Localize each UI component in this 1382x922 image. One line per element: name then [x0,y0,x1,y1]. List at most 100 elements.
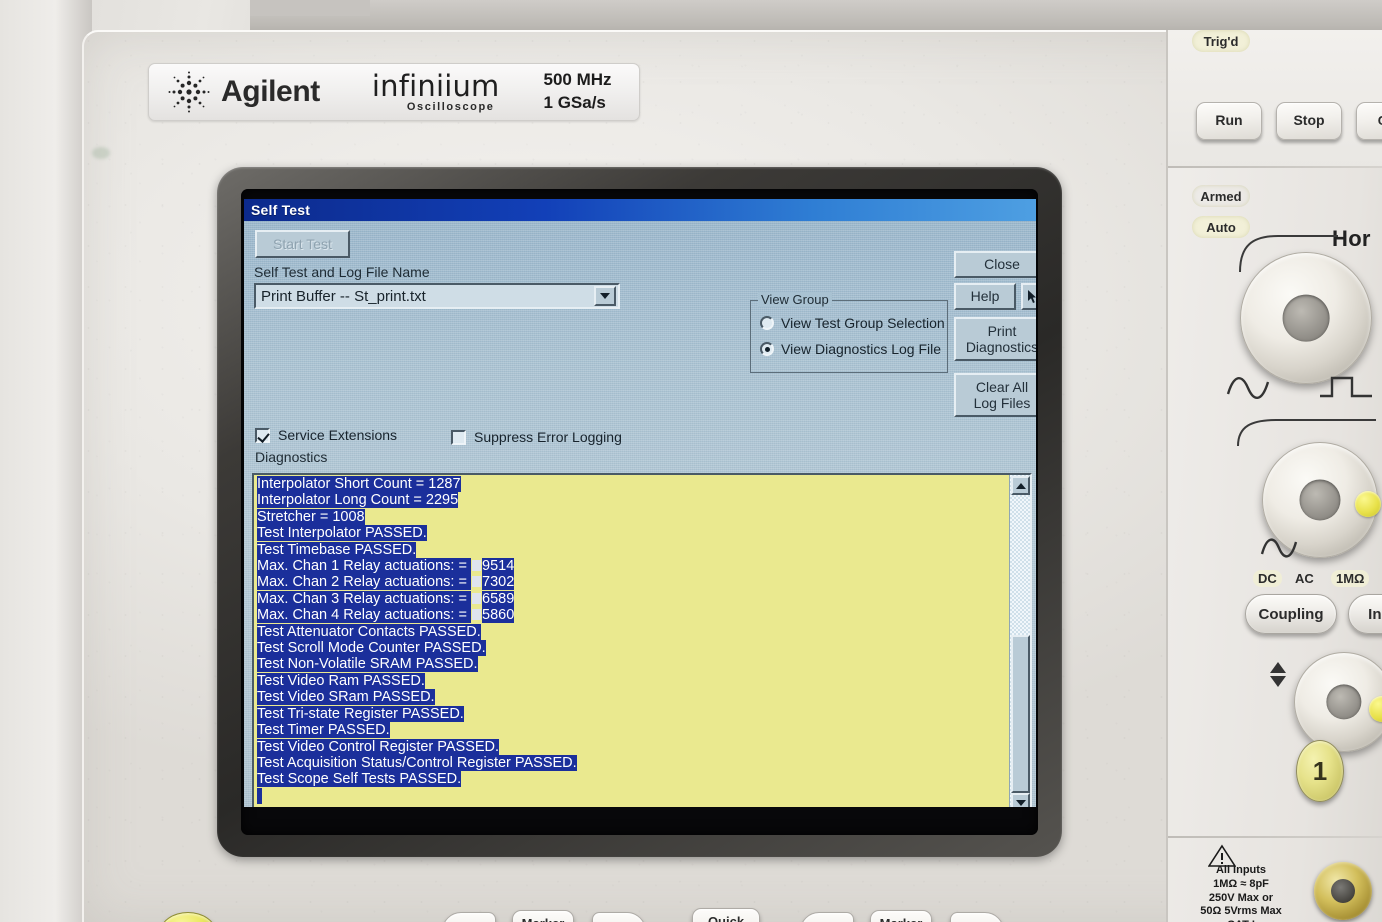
square-wave-icon [1320,376,1372,398]
coupling-button[interactable]: Coupling [1245,594,1337,634]
diagnostics-label: Diagnostics [255,449,328,465]
print-diagnostics-button[interactable]: Print Diagnostics [954,317,1036,361]
input-button[interactable]: Inpu [1348,594,1382,634]
marker-a-button[interactable]: Marker A [512,910,574,922]
start-test-button[interactable]: Start Test [255,230,350,258]
input-warning-plate: All Inputs 1MΩ ≈ 8pF 250V Max or 50Ω 5Vr… [1168,838,1382,922]
clear-logs-line2: Log Files [973,395,1031,411]
marker-b-left-button[interactable] [800,912,854,922]
log-file-combobox[interactable]: Print Buffer -- St_print.txt [254,283,620,309]
led-1mohm: 1MΩ [1331,570,1370,587]
spec-samplerate: 1 GSa/s [543,93,606,112]
checkbox-service-extensions[interactable]: Service Extensions [255,427,397,443]
dialog-titlebar: Self Test [244,199,1036,221]
checkbox-icon-checked [255,427,270,443]
context-help-button[interactable]: ? [1021,283,1036,310]
log-line: Test Scroll Mode Counter PASSED. [257,640,486,657]
marker-a-line1: Marker [522,916,565,922]
view-group-legend: View Group [758,292,832,307]
brand-product-name: infiniium [371,68,500,103]
file-name-label: Self Test and Log File Name [254,264,430,280]
marker-a-right-button[interactable] [592,912,646,922]
bnc-input-connector[interactable] [1314,862,1372,920]
chevron-down-icon[interactable] [594,286,616,306]
log-line: Test Tri-state Register PASSED. [257,705,464,722]
scrollbar-thumb[interactable] [1011,635,1030,793]
screen-display: Self Test Start Test Self Test and Log F… [241,189,1038,835]
marker-b-right-button[interactable] [950,912,1004,922]
radio-view-test-group-selection[interactable]: View Test Group Selection [760,315,945,331]
panel-divider-1 [1168,166,1382,168]
brand-plate: Agilent infiniium Oscilloscope 500 MHz 1… [148,63,640,121]
brand-product-sub: Oscilloscope [406,100,495,113]
log-file-value: Print Buffer -- St_print.txt [261,287,426,305]
log-line: Max. Chan 1 Relay actuations: = 9514 [257,558,515,575]
scroll-up-button[interactable] [1011,476,1030,495]
led-armed: Armed [1192,185,1250,207]
help-button[interactable]: Help [954,283,1016,310]
clear-all-log-files-button[interactable]: Clear All Log Files [954,373,1036,417]
log-line: Test Timer PASSED. [257,722,390,739]
checkbox-label-suppress-error-logging: Suppress Error Logging [474,429,622,445]
log-line: Max. Chan 2 Relay actuations: = 7302 [257,574,515,591]
marker-a-left-button[interactable] [442,912,496,922]
diagnostics-log-pane[interactable]: Interpolator Short Count = 1287 Interpola… [252,473,1032,807]
stop-button[interactable]: Stop [1276,102,1342,140]
log-line: Test Video Control Register PASSED. [257,738,500,755]
quick-meas-line1: Quick [707,914,745,922]
checkbox-suppress-error-logging[interactable]: Suppress Error Logging [451,429,622,445]
clear-display-button[interactable]: C Di [1356,102,1382,140]
log-line: Test Scope Self Tests PASSED. [257,771,462,788]
photo-backdrop: Agilent infiniium Oscilloscope 500 MHz 1… [0,0,1382,922]
log-line: Interpolator Long Count = 2295 [257,492,459,509]
radio-view-diagnostics-log-file[interactable]: View Diagnostics Log File [760,341,941,357]
front-panel-right: Run Stop C Di Armed Auto Trig'd Hor DC [1166,30,1382,922]
log-scrollbar[interactable] [1009,475,1030,807]
run-button[interactable]: Run [1196,102,1262,140]
clear-display-line1: C [1378,113,1382,128]
checkbox-label-service-extensions: Service Extensions [278,427,398,443]
radio-icon-selected [760,342,774,356]
channel-1-button[interactable]: 1 [1296,740,1344,802]
scroll-down-button[interactable] [1011,793,1030,807]
log-line: Test Video SRam PASSED. [257,689,435,706]
log-line: Test Acquisition Status/Control Register… [257,754,577,771]
brand-infiniium-group: infiniium Oscilloscope [371,68,500,113]
led-trigd: Trig'd [1192,30,1250,52]
brand-specs: 500 MHz 1 GSa/s [544,69,612,115]
marker-b-button[interactable]: Marker B [870,910,932,922]
print-diag-line1: Print [987,322,1017,339]
log-line: Test Timebase PASSED. [257,541,417,558]
vertical-offset-knob[interactable] [1294,652,1382,752]
spec-bandwidth: 500 MHz [543,70,612,90]
screen-bezel: Self Test Start Test Self Test and Log F… [217,167,1062,857]
radio-label-diag-log: View Diagnostics Log File [781,341,942,357]
vertical-offset-arrows[interactable] [1270,662,1286,687]
radio-icon-unselected [760,316,774,330]
backdrop-top-white [250,0,370,16]
close-button[interactable]: Close [954,251,1036,278]
clear-logs-line1: Clear All [975,378,1029,395]
log-line: Test Video Ram PASSED. [257,672,425,689]
warn-line2: 1MΩ ≈ 8pF [1213,877,1269,890]
channel-indicator-dot-2 [1369,696,1382,723]
marker-b-line1: Marker [880,916,923,922]
radio-label-test-group: View Test Group Selection [781,315,945,331]
label-ac: AC [1295,571,1314,586]
arrow-up-icon[interactable] [1270,662,1286,673]
log-caret-line [257,787,1008,804]
channel-indicator-dot [1355,490,1381,517]
arrow-down-icon[interactable] [1270,676,1286,687]
quick-meas-button[interactable]: Quick Meas + [692,908,760,922]
dialog-body: Start Test Self Test and Log File Name P… [244,221,1036,807]
log-line: Stretcher = 1008 [257,508,365,525]
body-smudge [92,147,110,159]
dialog-title: Self Test [251,202,311,218]
self-test-dialog: Self Test Start Test Self Test and Log F… [244,199,1036,807]
backdrop-shadow-strip [0,0,92,922]
input-warning-text: All Inputs 1MΩ ≈ 8pF 250V Max or 50Ω 5Vr… [1176,864,1306,922]
led-dc: DC [1253,570,1282,587]
horizontal-position-knob[interactable] [1240,252,1372,384]
diagnostics-log-text: Interpolator Short Count = 1287 Interpola… [257,476,1008,807]
log-line: Max. Chan 4 Relay actuations: = 5860 [257,607,515,624]
